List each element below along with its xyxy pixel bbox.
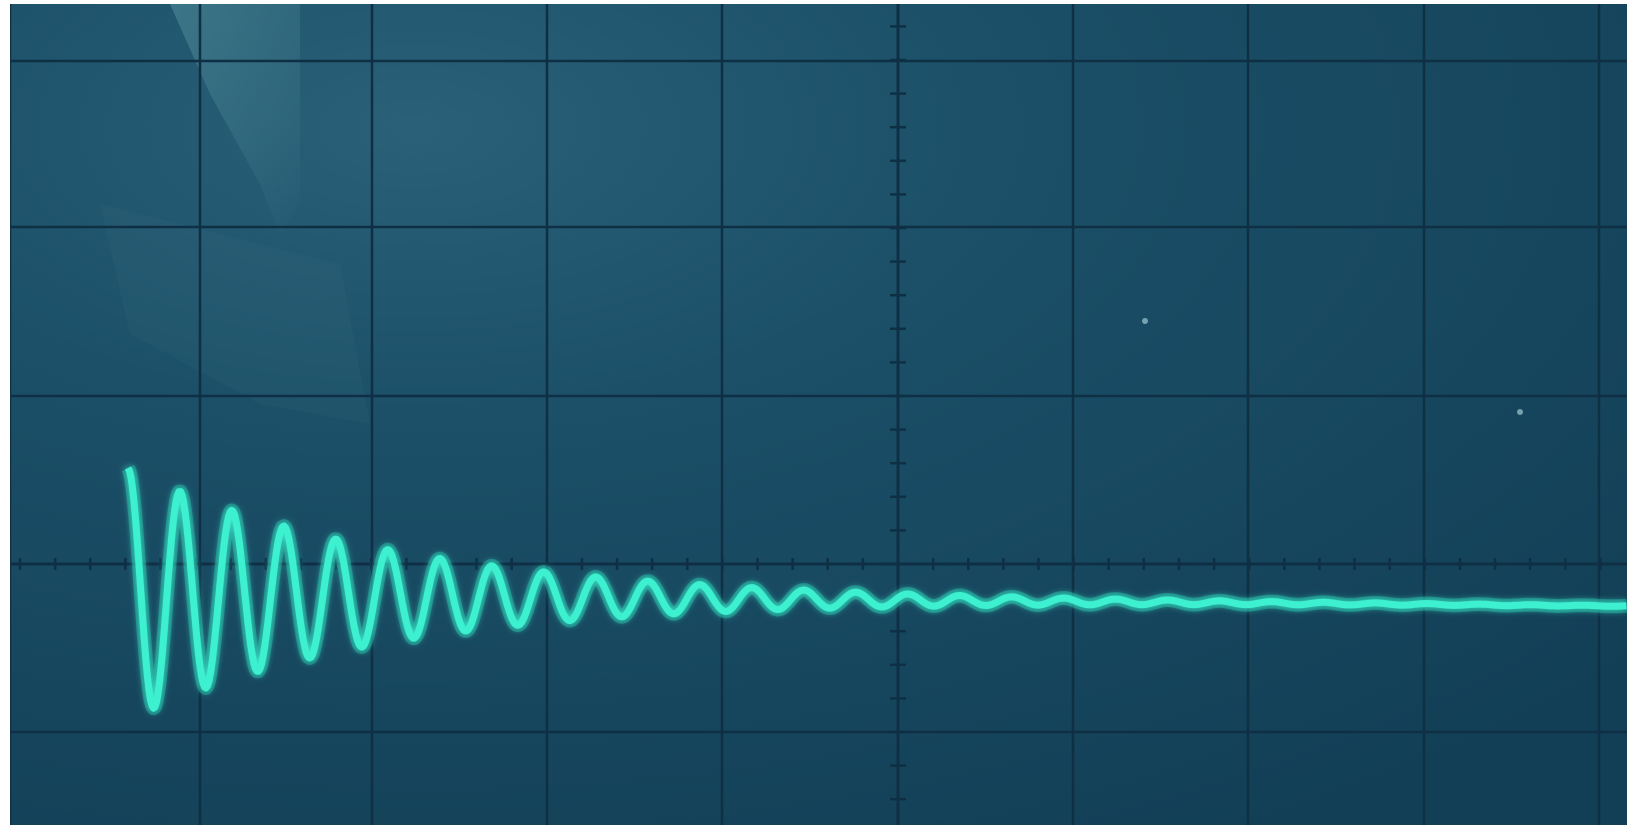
phosphor-speck (1517, 409, 1523, 415)
phosphor-speck (1142, 318, 1148, 324)
oscilloscope-display (10, 4, 1627, 825)
oscilloscope-screen (10, 4, 1627, 825)
